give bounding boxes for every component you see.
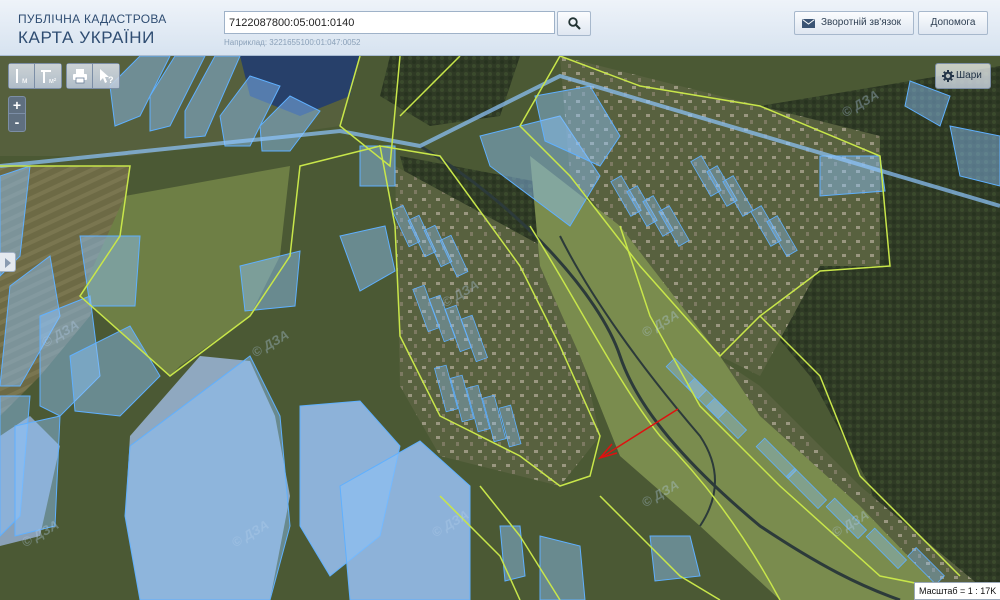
ruler-area-icon: м² bbox=[41, 70, 57, 85]
layers-label: Шари bbox=[956, 70, 982, 81]
gear-icon bbox=[942, 70, 954, 82]
svg-text:м: м bbox=[22, 76, 28, 85]
print-icon bbox=[73, 69, 87, 84]
envelope-icon bbox=[802, 19, 815, 28]
search-area: Наприклад: 3221655100:01:047:0052 bbox=[224, 11, 591, 47]
svg-text:м²: м² bbox=[49, 78, 57, 85]
search-hint: Наприклад: 3221655100:01:047:0052 bbox=[224, 38, 361, 47]
search-button[interactable] bbox=[557, 11, 591, 36]
feedback-button[interactable]: Зворотній зв'язок bbox=[794, 11, 914, 35]
app-window: ПУБЛІЧНА КАДАСТРОВА КАРТА УКРАЇНИ Наприк… bbox=[0, 0, 1000, 600]
ruler-length-icon: м bbox=[16, 69, 28, 85]
help-label: Допомога bbox=[930, 17, 976, 28]
zoom-in-button[interactable]: + bbox=[9, 97, 25, 114]
info-pointer-icon: ? bbox=[100, 69, 114, 85]
svg-text:?: ? bbox=[108, 75, 114, 85]
help-button[interactable]: Допомога bbox=[918, 11, 988, 35]
map-scale: Масштаб = 1 : 17K bbox=[914, 582, 1000, 600]
brand-line-1: ПУБЛІЧНА КАДАСТРОВА bbox=[18, 12, 167, 26]
measure-length-button[interactable]: м bbox=[9, 64, 35, 88]
print-button[interactable] bbox=[67, 64, 93, 88]
chevron-right-icon bbox=[5, 258, 11, 268]
brand-line-2: КАРТА УКРАЇНИ bbox=[18, 28, 155, 47]
measure-area-button[interactable]: м² bbox=[35, 64, 61, 88]
feedback-label: Зворотній зв'язок bbox=[821, 17, 902, 28]
print-info-toolbar: ? bbox=[66, 63, 120, 89]
identify-button[interactable]: ? bbox=[93, 64, 119, 88]
side-panel-toggle[interactable] bbox=[0, 252, 16, 272]
zoom-out-button[interactable]: - bbox=[9, 114, 25, 131]
cadastral-search-input[interactable] bbox=[224, 11, 555, 34]
zoom-control: + - bbox=[8, 96, 26, 132]
map-view[interactable]: © ДЗА © ДЗА © ДЗА © ДЗА © ДЗА © ДЗА © ДЗ… bbox=[0, 56, 1000, 600]
measure-toolbar: м м² bbox=[8, 63, 62, 89]
search-icon bbox=[568, 17, 581, 30]
header-bar: ПУБЛІЧНА КАДАСТРОВА КАРТА УКРАЇНИ Наприк… bbox=[0, 0, 1000, 56]
brand-logo[interactable]: ПУБЛІЧНА КАДАСТРОВА КАРТА УКРАЇНИ bbox=[18, 12, 167, 48]
layers-button[interactable]: Шари bbox=[935, 63, 991, 89]
